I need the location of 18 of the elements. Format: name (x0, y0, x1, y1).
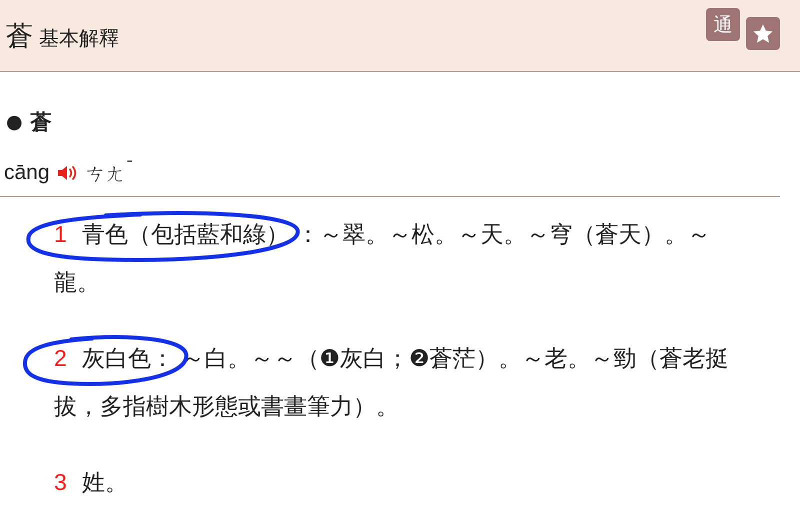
definition-text: ：～翠。～松。～天。～穹（蒼天）。～ (296, 222, 710, 248)
favorite-button[interactable] (746, 17, 780, 50)
zhuyin-text: ㄘㄤ$^{ˉ}$ (86, 158, 134, 188)
definition-number: 3 (54, 469, 67, 495)
definition-term: 姓。 (82, 470, 128, 496)
star-icon (752, 22, 774, 44)
definition-term: 青色（包括藍和綠） (82, 222, 290, 248)
definition-text: 龍。 (54, 269, 100, 298)
definition-text: 拔，多指樹木形態或書畫筆力）。 (54, 393, 399, 422)
entry-character: 蒼 (30, 109, 52, 136)
variant-button[interactable]: 通 (706, 8, 740, 41)
definition-term: 灰白色： (82, 346, 174, 372)
header-character: 蒼 (6, 20, 33, 54)
bullet: ● (6, 111, 23, 133)
definition-number: 2 (54, 345, 67, 371)
pinyin-text: cāng (4, 161, 50, 185)
header-title: 基本解釋 (39, 25, 119, 52)
definition-number: 1 (54, 221, 67, 247)
